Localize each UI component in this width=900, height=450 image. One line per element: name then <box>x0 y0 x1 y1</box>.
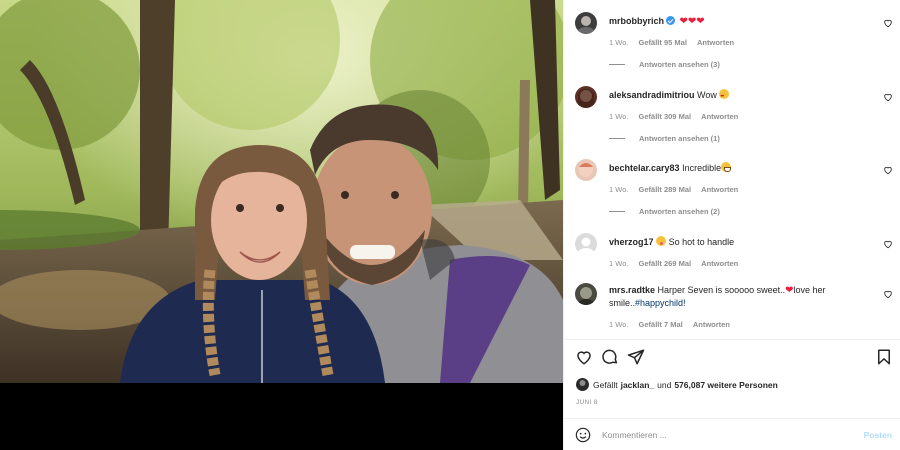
comment-time[interactable]: 1 Wo. <box>609 38 628 47</box>
comment-meta: 1 Wo. Gefällt 95 Mal Antworten <box>609 38 742 47</box>
liker-username[interactable]: jacklan_ <box>621 380 655 390</box>
avatar[interactable] <box>575 86 597 108</box>
tongue-emoji-icon <box>656 236 667 246</box>
avatar[interactable] <box>575 159 597 181</box>
comment-meta: 1 Wo. Gefällt 269 Mal Antworten <box>609 259 746 268</box>
avatar-image <box>579 163 593 177</box>
comment-username[interactable]: bechtelar.cary83 <box>609 163 680 173</box>
post-photo[interactable] <box>0 0 563 383</box>
avatar[interactable] <box>575 283 597 305</box>
comment-likes[interactable]: Gefällt 289 Mal <box>639 185 692 194</box>
heart-icon[interactable] <box>575 348 593 366</box>
reply-button[interactable]: Antworten <box>701 185 738 194</box>
post-side-panel: mrbobbyrich ❤❤❤ 1 Wo. Gefällt 95 Mal Ant… <box>563 0 900 450</box>
comment-time[interactable]: 1 Wo. <box>609 259 628 268</box>
comment-message: Incredible <box>682 163 722 173</box>
comment-message: So hot to handle <box>668 237 735 247</box>
liker-avatar-image <box>579 380 586 386</box>
comment-likes[interactable]: Gefällt 309 Mal <box>639 112 692 121</box>
comment-username[interactable]: mrbobbyrich <box>609 16 664 26</box>
view-replies-button[interactable]: Antworten ansehen (2) <box>609 207 720 216</box>
likes-prefix: Gefällt <box>593 379 618 390</box>
comment-likes[interactable]: Gefällt 95 Mal <box>639 38 687 47</box>
comment-username[interactable]: mrs.radtke <box>609 285 655 295</box>
likes-summary: Gefällt jacklan_ und 576,087 weitere Per… <box>576 378 781 391</box>
comment-text: mrs.radtke Harper Seven is sooooo sweet.… <box>609 284 859 309</box>
comment-time[interactable]: 1 Wo. <box>609 320 628 329</box>
view-replies-label: Antworten ansehen (3) <box>639 60 720 69</box>
comment-like-heart-icon[interactable] <box>883 18 893 28</box>
comment-like-heart-icon[interactable] <box>883 239 893 249</box>
replies-divider-line <box>609 64 625 65</box>
section-divider <box>564 339 900 340</box>
emoji-icon[interactable] <box>575 427 591 443</box>
post-comment-button[interactable]: Posten <box>864 430 892 440</box>
bookmark-icon[interactable] <box>875 348 893 366</box>
replies-divider-line <box>609 138 625 139</box>
post-action-bar <box>564 346 900 370</box>
share-icon[interactable] <box>627 348 645 366</box>
comment-like-heart-icon[interactable] <box>883 165 893 175</box>
avatar[interactable] <box>575 12 597 34</box>
add-comment-bar: Kommentieren ... Posten <box>564 420 900 450</box>
comment-text: mrbobbyrich ❤❤❤ <box>609 15 859 28</box>
comment-time[interactable]: 1 Wo. <box>609 112 628 121</box>
avatar-image <box>578 89 594 108</box>
comment-message: ❤❤❤ <box>679 16 705 27</box>
view-replies-label: Antworten ansehen (1) <box>639 134 720 143</box>
default-avatar-icon <box>578 237 594 255</box>
comment-likes[interactable]: Gefällt 7 Mal <box>639 320 683 329</box>
comment-text: aleksandradimitriou Wow <box>609 89 859 102</box>
reply-button[interactable]: Antworten <box>701 112 738 121</box>
comment-text: bechtelar.cary83 Incredible <box>609 162 859 174</box>
liker-avatar[interactable] <box>576 378 589 391</box>
reply-button[interactable]: Antworten <box>701 259 738 268</box>
avatar[interactable] <box>575 233 597 255</box>
view-replies-button[interactable]: Antworten ansehen (1) <box>609 134 720 143</box>
reply-button[interactable]: Antworten <box>697 38 734 47</box>
comment-input[interactable]: Kommentieren ... <box>602 430 667 440</box>
verified-badge-icon <box>666 16 676 25</box>
view-replies-label: Antworten ansehen (2) <box>639 207 720 216</box>
heart-eyes-emoji-icon <box>719 89 730 102</box>
replies-divider-line <box>609 211 625 212</box>
comment-text: vherzog17 So hot to handle <box>609 236 859 248</box>
comments-list: mrbobbyrich ❤❤❤ 1 Wo. Gefällt 95 Mal Ant… <box>564 0 900 338</box>
comment-message: Wow <box>697 90 717 100</box>
comment-meta: 1 Wo. Gefällt 289 Mal Antworten <box>609 185 746 194</box>
grinning-emoji-icon <box>721 162 732 172</box>
comment-like-heart-icon[interactable] <box>883 289 893 299</box>
photo-illustration <box>0 0 563 383</box>
comment-icon[interactable] <box>601 348 619 366</box>
post-date[interactable]: JUNI 8 <box>576 399 598 406</box>
avatar-image <box>577 16 595 34</box>
comment-likes[interactable]: Gefällt 269 Mal <box>639 259 692 268</box>
comment-meta: 1 Wo. Gefällt 7 Mal Antworten <box>609 320 738 329</box>
comment-username[interactable]: aleksandradimitriou <box>609 90 695 100</box>
comment-meta: 1 Wo. Gefällt 309 Mal Antworten <box>609 112 746 121</box>
comment-like-heart-icon[interactable] <box>883 92 893 102</box>
section-divider <box>564 418 900 419</box>
view-replies-button[interactable]: Antworten ansehen (3) <box>609 60 720 69</box>
likes-connector: und <box>657 379 672 390</box>
avatar-image <box>578 287 594 305</box>
reply-button[interactable]: Antworten <box>693 320 730 329</box>
comment-message-part-1: Harper Seven is sooooo sweet.. <box>657 285 786 295</box>
likes-count-link[interactable]: 576,087 weitere Personen <box>674 380 777 390</box>
instagram-post-modal: mrbobbyrich ❤❤❤ 1 Wo. Gefällt 95 Mal Ant… <box>0 0 900 450</box>
hashtag-link[interactable]: #happychild! <box>635 298 686 308</box>
red-heart-emoji-icon: ❤ <box>785 285 794 296</box>
comment-time[interactable]: 1 Wo. <box>609 185 628 194</box>
post-media <box>0 0 563 450</box>
comment-username[interactable]: vherzog17 <box>609 237 654 247</box>
